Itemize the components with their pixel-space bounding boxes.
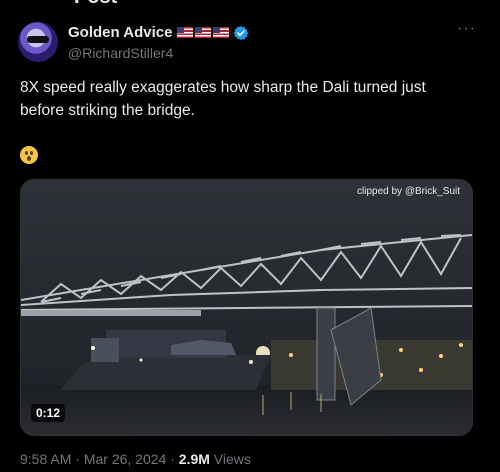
separator: · (170, 451, 179, 467)
tweet-meta: 9:58 AM · Mar 26, 2024 · 2.9M Views (20, 451, 251, 467)
author-name[interactable]: Golden Advice (68, 24, 172, 41)
views-label: Views (213, 451, 251, 467)
page-header: Post (0, 0, 500, 8)
us-flag-icon (177, 27, 194, 38)
flags (177, 27, 230, 38)
tweet-text: 8X speed really exaggerates how sharp th… (20, 79, 426, 119)
tweet-date[interactable]: Mar 26, 2024 (84, 451, 167, 467)
author-handle[interactable]: @RichardStiller4 (68, 45, 173, 61)
more-icon[interactable]: ··· (457, 20, 476, 38)
clip-credit: clipped by @Brick_Suit (357, 186, 460, 197)
view-count: 2.9M (178, 451, 210, 467)
separator: · (75, 451, 84, 467)
video-frame (21, 180, 472, 435)
us-flag-icon (213, 27, 230, 38)
video-player[interactable]: clipped by @Brick_Suit 0:12 (20, 179, 473, 436)
page-title: Post (74, 0, 117, 8)
author-name-row: Golden Advice (68, 24, 249, 41)
astonished-emoji-icon (20, 146, 38, 164)
avatar[interactable] (18, 22, 58, 62)
video-duration: 0:12 (31, 404, 66, 422)
tweet-time[interactable]: 9:58 AM (20, 451, 71, 467)
us-flag-icon (195, 27, 212, 38)
verified-badge-icon (234, 25, 249, 40)
